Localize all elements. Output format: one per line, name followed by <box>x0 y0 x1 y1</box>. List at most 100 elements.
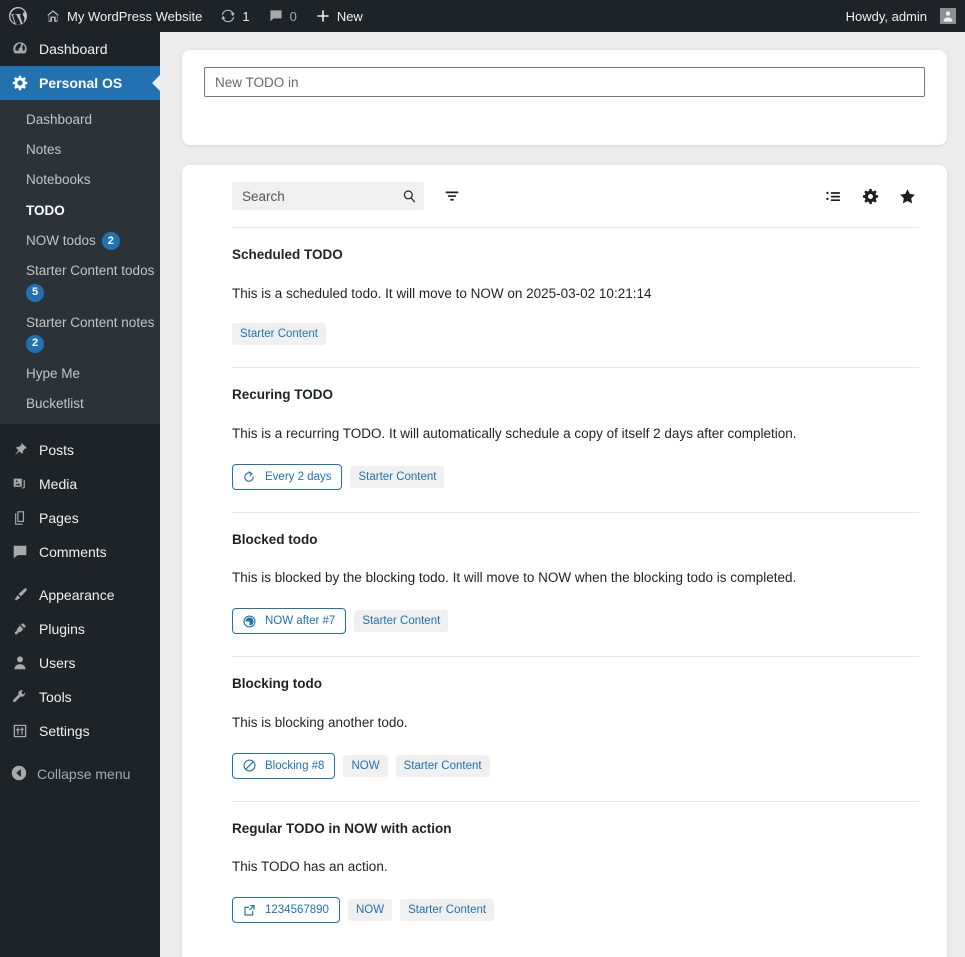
chip-taxonomy[interactable]: Starter Content <box>232 323 326 346</box>
list-view-icon[interactable] <box>821 184 845 208</box>
chip-status-now[interactable]: NOW <box>347 899 393 922</box>
sidebar-item-media[interactable]: Media <box>0 467 160 501</box>
chip-taxonomy[interactable]: Starter Content <box>354 610 449 633</box>
chip-taxonomy[interactable]: Starter Content <box>395 754 490 777</box>
chip-label: 1234567890 <box>265 904 329 917</box>
updates-icon <box>220 8 236 24</box>
my-account-button[interactable]: Howdy, admin <box>837 0 965 32</box>
todo-description: This is a recurring TODO. It will automa… <box>232 425 797 441</box>
sidebar-item-pages[interactable]: Pages <box>0 501 160 535</box>
sidebar-item-settings[interactable]: Settings <box>0 714 160 748</box>
new-content-button[interactable]: New <box>306 0 372 32</box>
sidebar-subitem-label: NOW todos <box>26 232 96 248</box>
sidebar-subitem-hype-me[interactable]: Hype Me <box>0 359 160 389</box>
gear-icon[interactable] <box>858 184 882 208</box>
sidebar-item-label: Settings <box>39 723 90 740</box>
sidebar-subitem-dashboard[interactable]: Dashboard <box>0 105 160 135</box>
search-icon[interactable] <box>400 187 418 205</box>
sidebar-subitem-label: Hype Me <box>26 365 81 381</box>
todo-chips: Every 2 days Starter Content <box>232 463 919 490</box>
pin-icon <box>10 440 30 460</box>
sidebar-subitem-label: Starter Content todos <box>26 263 155 279</box>
site-name-button[interactable]: My WordPress Website <box>36 0 211 32</box>
user-avatar-icon <box>940 8 956 24</box>
sidebar-subitem-todo[interactable]: TODO <box>0 196 160 226</box>
todo-title: Regular TODO in NOW with action <box>232 820 452 836</box>
todo-chips: 1234567890 NOW Starter Content <box>232 897 919 924</box>
sidebar-item-users[interactable]: Users <box>0 646 160 680</box>
todo-item[interactable]: Recuring TODO This is a recurring TODO. … <box>232 367 919 511</box>
sidebar-subitem-label: Notes <box>26 142 62 158</box>
sidebar-item-dashboard[interactable]: Dashboard <box>0 32 160 66</box>
todo-item[interactable]: Blocking todo This is blocking another t… <box>232 656 919 800</box>
todo-description: This is blocking another todo. <box>232 714 408 730</box>
todo-description: This is blocked by the blocking todo. It… <box>232 570 797 586</box>
site-title: My WordPress Website <box>67 8 203 24</box>
menu-separator <box>0 424 160 433</box>
menu-separator <box>0 748 160 757</box>
blocked-circle-icon <box>241 758 257 774</box>
chip-blocking[interactable]: Blocking #8 <box>232 752 336 779</box>
collapse-menu-button[interactable]: Collapse menu <box>0 757 160 791</box>
sidebar-item-label: Plugins <box>39 621 85 638</box>
comment-bubble-icon <box>10 542 30 562</box>
wrench-icon <box>10 687 30 707</box>
sidebar-item-label: Media <box>39 476 78 493</box>
clock-filled-icon <box>241 613 257 629</box>
recurring-arrow-icon <box>241 469 257 485</box>
new-todo-panel <box>182 50 947 145</box>
chip-blocked-after[interactable]: NOW after #7 <box>232 608 347 635</box>
todo-description: This TODO has an action. <box>232 859 388 875</box>
sidebar-item-label: Personal OS <box>39 75 123 91</box>
plug-icon <box>10 619 30 639</box>
sidebar-subitem-starter-content-notes[interactable]: Starter Content notes 2 <box>0 308 160 359</box>
sidebar-subitem-badge: 2 <box>101 232 120 251</box>
comments-button[interactable]: 0 <box>259 0 306 32</box>
search-field-wrapper[interactable] <box>232 182 424 210</box>
todo-description: This is a scheduled todo. It will move t… <box>232 285 652 301</box>
sidebar-item-personal-os[interactable]: Personal OS <box>0 66 160 100</box>
chip-taxonomy[interactable]: Starter Content <box>400 899 495 922</box>
sidebar-item-comments[interactable]: Comments <box>0 535 160 569</box>
todo-title: Scheduled TODO <box>232 247 343 262</box>
todo-title: Blocked todo <box>232 531 318 547</box>
star-icon[interactable] <box>895 184 919 208</box>
sidebar-subitem-notebooks[interactable]: Notebooks <box>0 165 160 195</box>
toolbar-right-icons <box>821 184 919 208</box>
menu-separator <box>0 569 160 578</box>
todo-item[interactable]: Blocked todo This is blocked by the bloc… <box>232 511 919 656</box>
sidebar-item-label: Comments <box>39 544 107 561</box>
chip-label: NOW after #7 <box>265 615 336 628</box>
collapse-arrow-icon <box>10 764 28 785</box>
todo-title: Recuring TODO <box>232 387 334 403</box>
new-todo-input[interactable] <box>204 67 925 97</box>
sidebar-subitem-label: Dashboard <box>26 112 93 127</box>
todo-item[interactable]: Regular TODO in NOW with action This TOD… <box>232 800 919 945</box>
collapse-menu-label: Collapse menu <box>37 766 131 783</box>
sidebar-subitem-bucketlist[interactable]: Bucketlist <box>0 389 160 419</box>
sliders-icon <box>10 721 30 741</box>
sidebar-subitem-now-todos[interactable]: NOW todos 2 <box>0 226 160 256</box>
sidebar-subitem-notes[interactable]: Notes <box>0 135 160 165</box>
chip-recurring[interactable]: Every 2 days <box>232 463 343 490</box>
sidebar-item-appearance[interactable]: Appearance <box>0 578 160 612</box>
todo-list-panel: Scheduled TODO This is a scheduled todo.… <box>182 165 947 957</box>
todo-title: Blocking todo <box>232 676 322 692</box>
filter-icon[interactable] <box>440 184 464 208</box>
updates-count: 1 <box>242 8 250 24</box>
updates-button[interactable]: 1 <box>211 0 258 32</box>
chip-taxonomy[interactable]: Starter Content <box>350 465 445 488</box>
wordpress-logo-button[interactable] <box>0 0 36 32</box>
chip-status-now[interactable]: NOW <box>343 754 388 777</box>
search-input[interactable] <box>232 182 424 210</box>
sidebar-item-plugins[interactable]: Plugins <box>0 612 160 646</box>
chip-action[interactable]: 1234567890 <box>232 897 340 924</box>
dashboard-gauge-icon <box>10 39 30 59</box>
todo-chips: Blocking #8 NOW Starter Content <box>232 752 919 779</box>
sidebar-item-tools[interactable]: Tools <box>0 680 160 714</box>
sidebar-subitem-starter-content-todos[interactable]: Starter Content todos 5 <box>0 256 160 307</box>
sidebar-item-posts[interactable]: Posts <box>0 433 160 467</box>
wordpress-logo-icon <box>8 6 28 26</box>
todo-item[interactable]: Scheduled TODO This is a scheduled todo.… <box>232 227 919 367</box>
chip-label: Every 2 days <box>265 470 332 483</box>
